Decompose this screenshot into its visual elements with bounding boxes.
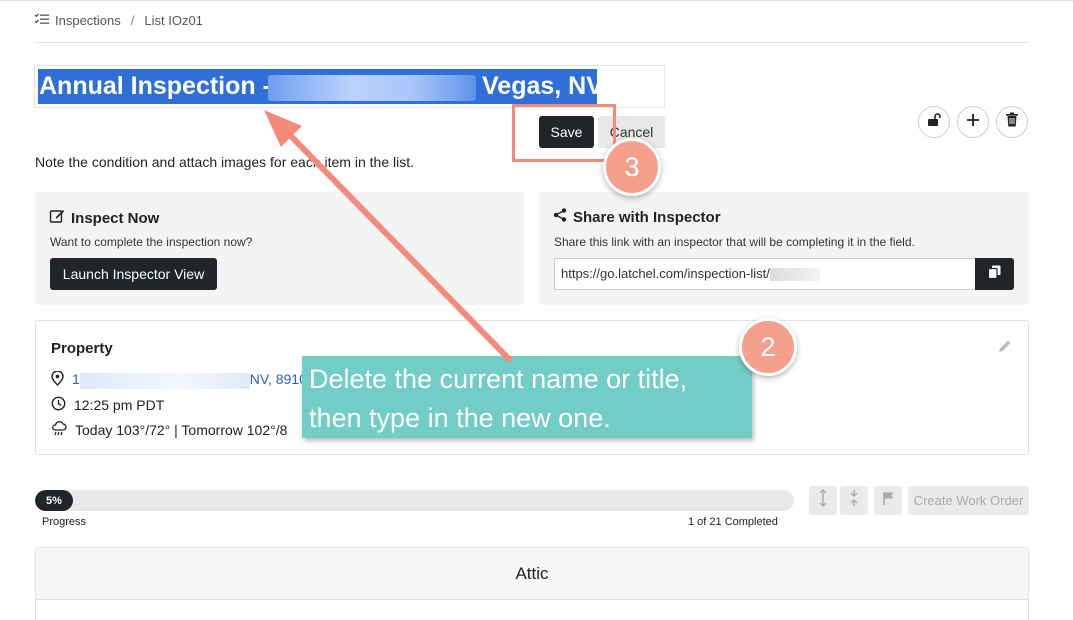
top-divider	[0, 0, 1073, 1]
unlock-icon	[926, 112, 942, 133]
share-description: Share this link with an inspector that w…	[554, 235, 915, 249]
add-button[interactable]	[957, 106, 989, 138]
step-badge-2: 2	[739, 318, 797, 376]
section-card: Attic	[35, 547, 1029, 620]
progress-fill: 5%	[35, 490, 73, 511]
title-redaction	[268, 75, 476, 101]
copy-icon	[987, 265, 1001, 284]
location-pin-icon	[51, 370, 64, 389]
launch-inspector-button[interactable]: Launch Inspector View	[50, 258, 217, 290]
breadcrumb-current: List IOz01	[144, 13, 203, 28]
progress-label: Progress	[42, 516, 87, 528]
tooltip-line-1: Delete the current name or title,	[309, 364, 688, 394]
edit-property-icon[interactable]	[997, 339, 1012, 359]
share-title: Share with Inspector	[573, 208, 721, 226]
property-address-row: 1 NV, 8910	[51, 370, 307, 389]
property-time-row: 12:25 pm PDT	[51, 396, 164, 414]
progress-bar: 5%	[35, 490, 794, 511]
create-work-order-button[interactable]: Create Work Order	[908, 486, 1029, 515]
address-end: NV, 8910	[249, 371, 307, 388]
breadcrumb-inspections[interactable]: Inspections	[55, 13, 121, 28]
breadcrumb-separator: /	[130, 13, 135, 28]
collapse-all-button[interactable]	[840, 486, 868, 515]
property-weather-row: Today 103°/72° | Tomorrow 102°/8	[51, 421, 287, 439]
inspect-now-description: Want to complete the inspection now?	[50, 235, 253, 249]
breadcrumb: Inspections / List IOz01	[34, 13, 203, 28]
save-highlight-box	[512, 104, 616, 162]
address-redaction	[79, 372, 250, 389]
flag-icon	[882, 491, 895, 510]
plus-icon	[966, 113, 980, 132]
expand-all-button[interactable]	[809, 486, 837, 515]
property-weather: Today 103°/72° | Tomorrow 102°/8	[75, 422, 288, 438]
clock-icon	[51, 396, 66, 414]
checklist-icon	[34, 13, 49, 28]
link-redaction	[769, 268, 820, 282]
property-time: 12:25 pm PDT	[74, 397, 165, 413]
tooltip-line-2: then type in the new one.	[309, 403, 611, 433]
instruction-tooltip: Delete the current name or title, then t…	[302, 356, 752, 438]
inspect-now-title: Inspect Now	[71, 209, 160, 227]
completed-count: 1 of 21 Completed	[688, 516, 778, 528]
expand-arrows-icon	[818, 489, 828, 512]
section-title: Attic	[36, 548, 1028, 600]
share-icon	[553, 208, 567, 226]
copy-link-button[interactable]	[975, 258, 1014, 290]
trash-icon	[1005, 112, 1019, 132]
breadcrumb-divider	[34, 42, 1029, 43]
title-text-prefix: Annual Inspection - 1	[39, 72, 292, 100]
delete-button[interactable]	[996, 106, 1028, 138]
instruction-note: Note the condition and attach images for…	[35, 154, 414, 170]
property-address-link[interactable]: 1 NV, 8910	[72, 371, 307, 389]
share-link-text: https://go.latchel.com/inspection-list/	[561, 266, 770, 281]
collapse-arrows-icon	[849, 489, 859, 512]
edit-icon	[49, 208, 65, 228]
flag-button[interactable]	[874, 486, 902, 515]
unlock-button[interactable]	[918, 106, 950, 138]
title-text-suffix: Vegas, NV	[482, 72, 603, 100]
step-badge-3: 3	[603, 138, 661, 196]
address-start: 1	[72, 371, 80, 388]
rain-cloud-icon	[51, 421, 67, 439]
share-heading: Share with Inspector	[553, 208, 721, 226]
share-link-field[interactable]: https://go.latchel.com/inspection-list/	[554, 258, 976, 290]
inspect-now-heading: Inspect Now	[49, 208, 159, 228]
property-heading: Property	[51, 340, 113, 357]
